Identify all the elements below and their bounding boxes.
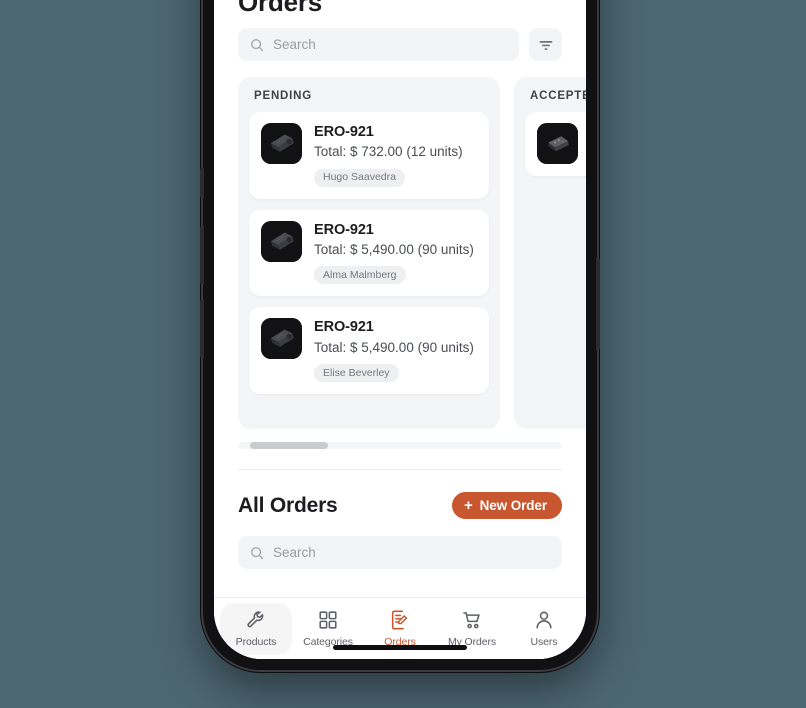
volume-down-button[interactable] [200,300,204,358]
board-search-row: Search [214,28,586,61]
all-orders-section: All Orders + New Order Search [214,470,586,569]
order-customer-chip: Elise Beverley [314,364,399,383]
order-card-body: ERO-921 Total: $ 732.00 (12 units) Hugo … [314,123,477,187]
product-thumbnail [261,318,302,360]
new-order-label: New Order [479,498,547,513]
person-icon [536,611,552,629]
tab-label: Products [235,636,277,648]
board-search-input[interactable]: Search [238,28,519,61]
order-card-body: ERO-921 Total: $ 5,490.00 (90 units) Eli… [314,318,477,383]
search-icon [251,38,264,51]
order-card-body: ERO-921 Total: $ 5,490.00 (90 units) Alm… [314,221,477,285]
page-title: Orders [238,0,323,17]
board-scrollbar-thumb[interactable] [250,442,328,449]
document-edit-icon [391,610,408,630]
column-title: PENDING [254,90,312,102]
order-card[interactable]: ERO-921 Total: $ 732.00 (12 units) Hugo … [249,112,489,199]
all-orders-search-input[interactable]: Search [238,536,562,569]
order-card[interactable]: ERO-921 Total: $ 5,490.00 (90 units) Alm… [249,209,489,297]
search-icon [251,546,264,559]
orders-scroll-view[interactable]: Orders Search PENDING ERO-921 Total: $ 7… [214,0,586,597]
app-screen: Orders Search PENDING ERO-921 Total: $ 7… [214,0,586,659]
product-thumbnail [261,220,302,262]
order-total: Total: $ 5,490.00 (90 units) [314,241,474,257]
filter-button[interactable] [529,28,562,61]
cart-icon [463,612,480,629]
order-total: Total: $ 732.00 (12 units) [314,144,463,160]
grid-icon [319,611,337,629]
product-thumbnail [261,123,302,164]
order-code: ERO-921 [314,221,374,238]
filter-icon [539,40,552,50]
board-horizontal-scrollbar[interactable] [238,442,562,449]
new-order-button[interactable]: + New Order [451,492,562,519]
tab-users[interactable]: Users [508,603,580,655]
product-thumbnail [537,123,578,164]
order-customer-chip: Hugo Saavedra [314,168,405,187]
volume-up-button[interactable] [200,226,204,284]
plus-icon: + [463,497,473,514]
order-code: ERO-921 [314,319,374,336]
power-button[interactable] [596,258,600,350]
column-title: ACCEPTED [530,90,586,102]
board-search-placeholder: Search [273,37,316,52]
all-orders-title: All Orders [238,493,338,517]
phone-screen: Orders Search PENDING ERO-921 Total: $ 7… [214,0,586,659]
order-card[interactable] [525,112,586,176]
all-orders-header: All Orders + New Order [238,492,562,519]
wrench-icon [247,611,264,628]
orders-board-wrapper: PENDING ERO-921 Total: $ 732.00 (12 unit… [214,77,586,429]
tab-products[interactable]: Products [220,602,292,655]
order-code: ERO-921 [314,124,374,140]
board-column-pending: PENDING ERO-921 Total: $ 732.00 (12 unit… [238,77,500,429]
order-total: Total: $ 5,490.00 (90 units) [314,339,474,355]
order-card[interactable]: ERO-921 Total: $ 5,490.00 (90 units) Eli… [249,307,489,395]
all-orders-search-placeholder: Search [273,545,316,560]
silent-switch[interactable] [200,168,204,198]
orders-board[interactable]: PENDING ERO-921 Total: $ 732.00 (12 unit… [238,77,586,429]
home-indicator [333,645,467,650]
tab-label: Users [530,636,558,648]
board-column-accepted: ACCEPTED [514,77,586,429]
phone-device-frame: Orders Search PENDING ERO-921 Total: $ 7… [200,0,600,670]
order-customer-chip: Alma Malmberg [314,266,406,285]
